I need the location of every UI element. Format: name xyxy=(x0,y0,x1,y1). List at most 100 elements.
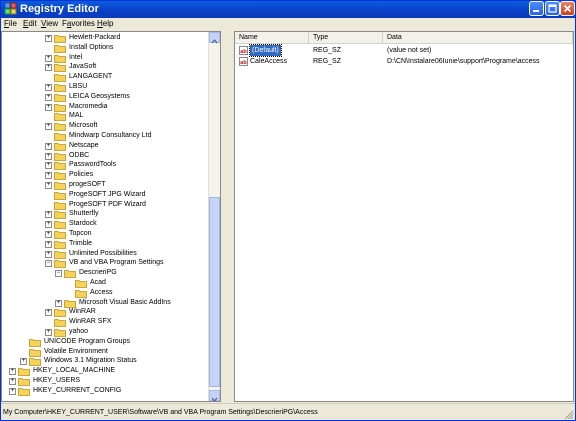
tree-item-label: MAL xyxy=(69,112,84,120)
folder-icon xyxy=(54,201,66,210)
expand-icon[interactable]: + xyxy=(9,387,16,395)
expand-icon[interactable]: + xyxy=(9,368,16,376)
expand-icon[interactable]: + xyxy=(45,221,52,229)
maximize-button[interactable] xyxy=(545,1,560,16)
expand-icon[interactable]: + xyxy=(55,299,62,307)
expand-icon[interactable]: + xyxy=(45,162,52,170)
expand-icon[interactable]: + xyxy=(45,64,52,72)
folder-icon xyxy=(54,152,66,161)
expand-icon[interactable]: + xyxy=(45,172,52,180)
tree-item-label: ProgeSOFT JPG Wizard xyxy=(69,190,146,198)
value-row[interactable]: ab (Default) REG_SZ (value not set) xyxy=(235,44,573,57)
folder-icon xyxy=(54,93,66,102)
tree-item-label: JavaSoft xyxy=(69,63,97,71)
folder-icon xyxy=(64,299,76,308)
expand-icon[interactable]: + xyxy=(45,329,52,336)
folder-icon xyxy=(54,142,66,151)
folder-icon xyxy=(29,358,41,367)
values-list-pane[interactable]: Name Type Data ab (Default) REG_SZ (value n… xyxy=(234,31,574,402)
tree-item-label: Volatile Environment xyxy=(44,347,108,355)
folder-icon xyxy=(54,162,66,171)
tree-item-label: WinRAR xyxy=(69,308,96,316)
expand-icon[interactable]: + xyxy=(20,358,27,366)
close-button[interactable] xyxy=(560,1,575,16)
string-value-icon: ab xyxy=(239,57,248,66)
menu-view[interactable]: View xyxy=(41,18,58,30)
folder-open-icon xyxy=(75,289,87,298)
value-row[interactable]: ab CaleAccess REG_SZ D:\CN\Instalare06Iunie… xyxy=(235,56,573,67)
scroll-thumb[interactable] xyxy=(209,197,220,387)
expand-icon[interactable]: + xyxy=(45,54,52,62)
tree-item-label: ODBC xyxy=(69,151,90,159)
tree-item-label: Intel xyxy=(69,53,83,61)
expand-icon[interactable]: + xyxy=(45,182,52,189)
folder-icon xyxy=(54,182,66,190)
folder-icon xyxy=(54,309,66,318)
value-name: (Default) xyxy=(249,44,282,57)
tree-item-label: LANGAGENT xyxy=(69,73,113,81)
minimize-button[interactable] xyxy=(529,1,544,16)
tree-item-label: Mindwarp Consultancy Ltd xyxy=(69,132,152,139)
tree-item-label: VB and VBA Program Settings xyxy=(69,259,164,267)
expand-icon[interactable]: + xyxy=(45,309,52,317)
expand-icon[interactable]: + xyxy=(45,93,52,101)
folder-icon xyxy=(54,191,66,200)
tree-item-label: Topcon xyxy=(69,230,92,237)
tree-item-label: LBSU xyxy=(69,83,88,90)
status-bar: My Computer\HKEY_CURRENT_USER\Software\V… xyxy=(0,403,576,421)
value-name: CaleAccess xyxy=(250,58,287,65)
title-bar[interactable]: Registry Editor xyxy=(0,0,576,18)
column-header-name[interactable]: Name xyxy=(235,32,309,44)
pane-splitter[interactable] xyxy=(222,31,234,402)
folder-icon xyxy=(54,84,66,92)
expand-icon[interactable]: + xyxy=(45,84,52,91)
expand-icon[interactable]: + xyxy=(45,250,52,258)
expand-icon[interactable]: + xyxy=(45,231,52,238)
menu-edit[interactable]: Edit xyxy=(23,18,37,30)
maximize-icon xyxy=(548,4,557,13)
key-tree-pane[interactable]: Hewlett-Packard + Install Options Intel + Jav… xyxy=(1,31,221,402)
string-value-icon: ab xyxy=(239,46,248,55)
tree-item-label: Stardock xyxy=(69,220,97,228)
folder-icon xyxy=(54,133,66,141)
arrow-down-icon xyxy=(211,397,218,401)
column-header-data[interactable]: Data xyxy=(383,32,573,44)
folder-icon xyxy=(75,280,87,288)
expand-icon[interactable]: + xyxy=(45,142,52,150)
expand-icon[interactable]: + xyxy=(45,240,52,248)
folder-icon xyxy=(54,113,66,122)
folder-icon xyxy=(54,74,66,83)
column-header-type[interactable]: Type xyxy=(309,32,383,44)
expand-icon[interactable]: + xyxy=(45,123,52,131)
svg-text:ab: ab xyxy=(240,60,247,66)
folder-icon xyxy=(54,103,66,112)
status-key-path: My Computer\HKEY_CURRENT_USER\Software\V… xyxy=(3,409,318,416)
value-type: REG_SZ xyxy=(313,58,342,65)
tree-vertical-scrollbar[interactable] xyxy=(208,32,220,401)
folder-open-icon xyxy=(64,270,76,279)
menu-help[interactable]: Help xyxy=(97,18,113,30)
menu-favorites[interactable]: Favorites xyxy=(62,18,95,30)
expand-icon[interactable]: + xyxy=(45,211,52,219)
expand-icon[interactable]: + xyxy=(45,152,52,160)
folder-icon xyxy=(54,221,66,230)
tree-item-label: Unlimited Possibilities xyxy=(69,249,137,257)
collapse-icon[interactable]: − xyxy=(55,270,62,278)
expand-icon[interactable]: + xyxy=(45,103,52,111)
tree-item-label: HKEY_LOCAL_MACHINE xyxy=(33,367,116,375)
tree-item-label: UNICODE Program Groups xyxy=(44,337,130,345)
tree-item-label: Netscape xyxy=(69,141,99,149)
scroll-up-button[interactable] xyxy=(209,32,220,44)
folder-icon xyxy=(54,123,66,132)
folder-open-icon xyxy=(54,260,66,269)
expand-icon[interactable]: + xyxy=(45,35,52,42)
folder-icon xyxy=(18,387,30,396)
collapse-icon[interactable]: − xyxy=(45,260,52,268)
scroll-down-button[interactable] xyxy=(209,390,220,401)
resize-grip-icon[interactable] xyxy=(564,410,574,420)
menu-file[interactable]: File xyxy=(4,18,17,30)
folder-icon xyxy=(54,44,66,53)
value-type: REG_SZ xyxy=(313,47,342,54)
expand-icon[interactable]: + xyxy=(9,378,16,385)
window-title: Registry Editor xyxy=(20,3,99,15)
